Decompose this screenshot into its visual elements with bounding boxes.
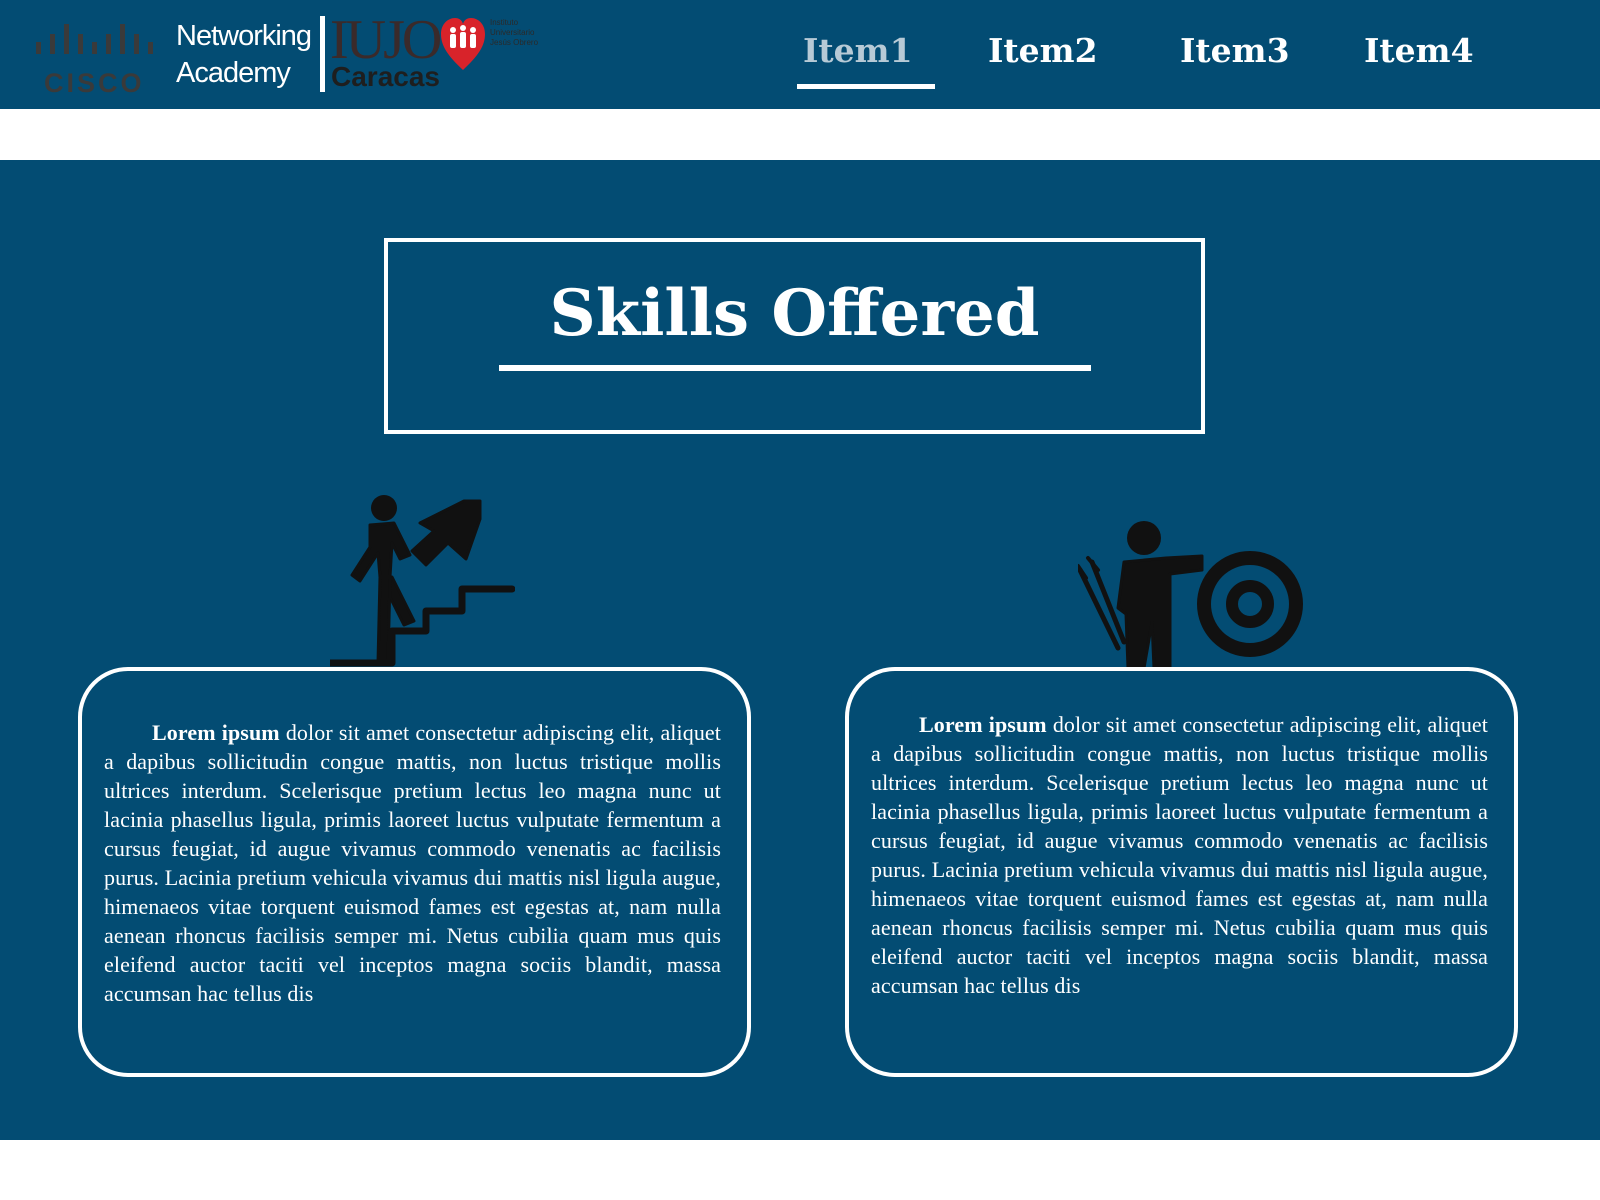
- skill-card-2-body: dolor sit amet consectetur adipiscing el…: [871, 712, 1489, 998]
- nav-item-4[interactable]: Item4: [1364, 34, 1474, 67]
- stairs-growth-icon: [330, 495, 515, 667]
- skill-card-1-lead: Lorem ipsum: [152, 720, 280, 745]
- nav-item-3[interactable]: Item3: [1180, 34, 1290, 67]
- nav-active-underline: [797, 84, 935, 89]
- nav-item-1[interactable]: Item1: [803, 34, 913, 67]
- skill-card-2: Lorem ipsum dolor sit amet consectetur a…: [845, 667, 1518, 1077]
- archer-target-icon: [1078, 521, 1303, 668]
- skill-card-1-text: Lorem ipsum dolor sit amet consectetur a…: [104, 718, 721, 1008]
- skills-section: Skills Offered Lorem ipsum dolor sit ame…: [0, 160, 1600, 1140]
- title-underline: [499, 365, 1091, 371]
- skill-card-1: Lorem ipsum dolor sit amet consectetur a…: [78, 667, 751, 1077]
- skill-card-1-body: dolor sit amet consectetur adipiscing el…: [104, 720, 722, 1006]
- skill-card-2-lead: Lorem ipsum: [919, 712, 1047, 737]
- nav-item-2[interactable]: Item2: [988, 34, 1098, 67]
- section-title: Skills Offered: [549, 276, 1040, 351]
- site-header: CISCO Networking Academy IUJO Caracas In…: [0, 0, 1600, 109]
- section-title-box: Skills Offered: [384, 238, 1205, 434]
- skill-card-2-text: Lorem ipsum dolor sit amet consectetur a…: [871, 710, 1488, 1000]
- main-nav: Item1 Item2 Item3 Item4: [0, 0, 1600, 109]
